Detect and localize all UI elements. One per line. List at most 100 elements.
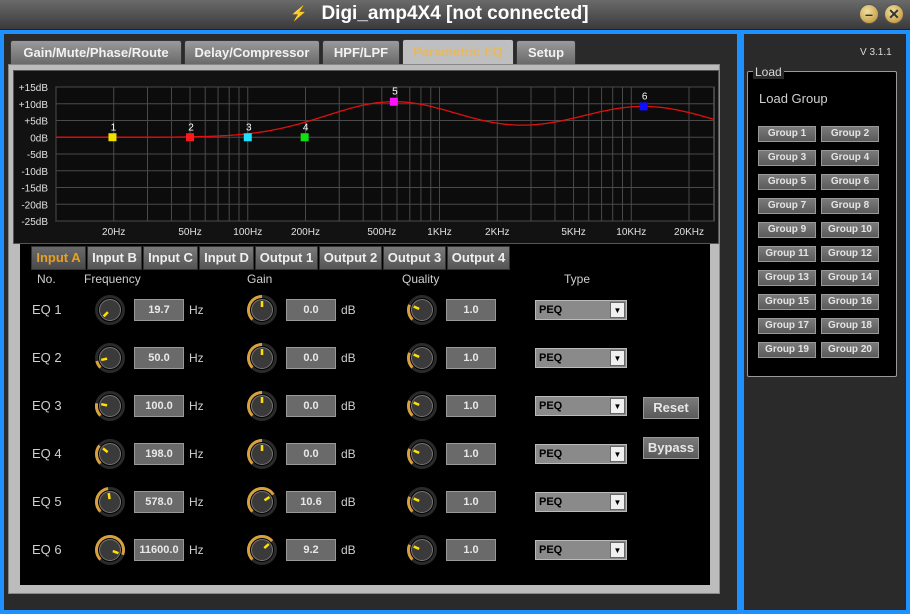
gain-value[interactable]: 10.6 (286, 491, 336, 513)
quality-value[interactable]: 1.0 (446, 539, 496, 561)
group-button-1[interactable]: Group 1 (758, 126, 816, 142)
channel-tab-output-4[interactable]: Output 4 (447, 246, 510, 270)
bypass-button[interactable]: Bypass (643, 437, 699, 459)
frequency-knob[interactable] (94, 342, 126, 374)
frequency-value[interactable]: 100.0 (134, 395, 184, 417)
quality-value[interactable]: 1.0 (446, 443, 496, 465)
channel-tab-input-a[interactable]: Input A (31, 246, 86, 270)
channel-tab-input-b[interactable]: Input B (87, 246, 142, 270)
chevron-down-icon[interactable]: ▼ (610, 446, 625, 462)
frequency-unit: Hz (189, 399, 204, 413)
type-select-value: PEQ (539, 352, 563, 364)
quality-knob[interactable] (406, 390, 438, 422)
frequency-value[interactable]: 578.0 (134, 491, 184, 513)
group-button-6[interactable]: Group 6 (821, 174, 879, 190)
close-button[interactable]: ✕ (884, 4, 904, 24)
frequency-value[interactable]: 11600.0 (134, 539, 184, 561)
minimize-button[interactable]: – (859, 4, 879, 24)
group-button-4[interactable]: Group 4 (821, 150, 879, 166)
group-button-15[interactable]: Group 15 (758, 294, 816, 310)
frequency-knob[interactable] (94, 486, 126, 518)
column-frequency: Frequency (84, 272, 141, 286)
group-button-13[interactable]: Group 13 (758, 270, 816, 286)
gain-knob[interactable] (246, 438, 278, 470)
tab-setup[interactable]: Setup (516, 40, 576, 64)
group-button-18[interactable]: Group 18 (821, 318, 879, 334)
gain-value[interactable]: 9.2 (286, 539, 336, 561)
type-select[interactable]: PEQ ▼ (535, 444, 627, 464)
column-no: No. (37, 272, 56, 286)
group-button-5[interactable]: Group 5 (758, 174, 816, 190)
type-select[interactable]: PEQ ▼ (535, 396, 627, 416)
gain-knob[interactable] (246, 534, 278, 566)
frequency-knob[interactable] (94, 438, 126, 470)
group-button-16[interactable]: Group 16 (821, 294, 879, 310)
frequency-value[interactable]: 50.0 (134, 347, 184, 369)
x-tick-label: 20Hz (102, 227, 125, 238)
chevron-down-icon[interactable]: ▼ (610, 350, 625, 366)
type-select[interactable]: PEQ ▼ (535, 348, 627, 368)
channel-tab-input-d[interactable]: Input D (199, 246, 254, 270)
group-button-7[interactable]: Group 7 (758, 198, 816, 214)
quality-knob[interactable] (406, 342, 438, 374)
group-button-3[interactable]: Group 3 (758, 150, 816, 166)
type-select[interactable]: PEQ ▼ (535, 492, 627, 512)
channel-tab-input-c[interactable]: Input C (143, 246, 198, 270)
group-button-17[interactable]: Group 17 (758, 318, 816, 334)
channel-tab-output-1[interactable]: Output 1 (255, 246, 318, 270)
eq-point-marker (389, 97, 398, 106)
tab-gain-mute-phase-route[interactable]: Gain/Mute/Phase/Route (10, 40, 182, 64)
group-button-20[interactable]: Group 20 (821, 342, 879, 358)
y-tick-label: -20dB (21, 200, 48, 211)
quality-knob[interactable] (406, 534, 438, 566)
eq-point-marker (186, 133, 195, 142)
quality-knob[interactable] (406, 294, 438, 326)
type-select-value: PEQ (539, 304, 563, 316)
quality-value[interactable]: 1.0 (446, 347, 496, 369)
frequency-value[interactable]: 198.0 (134, 443, 184, 465)
chevron-down-icon[interactable]: ▼ (610, 302, 625, 318)
frequency-unit: Hz (189, 495, 204, 509)
gain-knob[interactable] (246, 342, 278, 374)
group-button-12[interactable]: Group 12 (821, 246, 879, 262)
y-tick-label: +15dB (19, 83, 49, 94)
group-button-19[interactable]: Group 19 (758, 342, 816, 358)
reset-button[interactable]: Reset (643, 397, 699, 419)
tab-delay-compressor[interactable]: Delay/Compressor (184, 40, 320, 64)
group-button-11[interactable]: Group 11 (758, 246, 816, 262)
chevron-down-icon[interactable]: ▼ (610, 542, 625, 558)
channel-tab-output-2[interactable]: Output 2 (319, 246, 382, 270)
tab-parametric-eq[interactable]: Parametric EQ (402, 39, 514, 65)
group-button-14[interactable]: Group 14 (821, 270, 879, 286)
group-button-2[interactable]: Group 2 (821, 126, 879, 142)
gain-knob[interactable] (246, 486, 278, 518)
group-button-9[interactable]: Group 9 (758, 222, 816, 238)
tab-hpf-lpf[interactable]: HPF/LPF (322, 40, 400, 64)
type-select[interactable]: PEQ ▼ (535, 540, 627, 560)
frequency-knob[interactable] (94, 534, 126, 566)
gain-value[interactable]: 0.0 (286, 443, 336, 465)
frequency-knob[interactable] (94, 390, 126, 422)
x-tick-label: 50Hz (178, 227, 201, 238)
load-group-title: Load Group (759, 91, 828, 106)
type-select[interactable]: PEQ ▼ (535, 300, 627, 320)
chevron-down-icon[interactable]: ▼ (610, 494, 625, 510)
quality-value[interactable]: 1.0 (446, 395, 496, 417)
frequency-value[interactable]: 19.7 (134, 299, 184, 321)
frequency-knob[interactable] (94, 294, 126, 326)
gain-value[interactable]: 0.0 (286, 299, 336, 321)
gain-value[interactable]: 0.0 (286, 347, 336, 369)
channel-tab-output-3[interactable]: Output 3 (383, 246, 446, 270)
column-gain: Gain (247, 272, 273, 286)
gain-knob[interactable] (246, 390, 278, 422)
gain-value[interactable]: 0.0 (286, 395, 336, 417)
gain-knob[interactable] (246, 294, 278, 326)
quality-value[interactable]: 1.0 (446, 299, 496, 321)
quality-knob[interactable] (406, 438, 438, 470)
group-button-10[interactable]: Group 10 (821, 222, 879, 238)
chevron-down-icon[interactable]: ▼ (610, 398, 625, 414)
gain-unit: dB (341, 447, 356, 461)
quality-value[interactable]: 1.0 (446, 491, 496, 513)
quality-knob[interactable] (406, 486, 438, 518)
group-button-8[interactable]: Group 8 (821, 198, 879, 214)
